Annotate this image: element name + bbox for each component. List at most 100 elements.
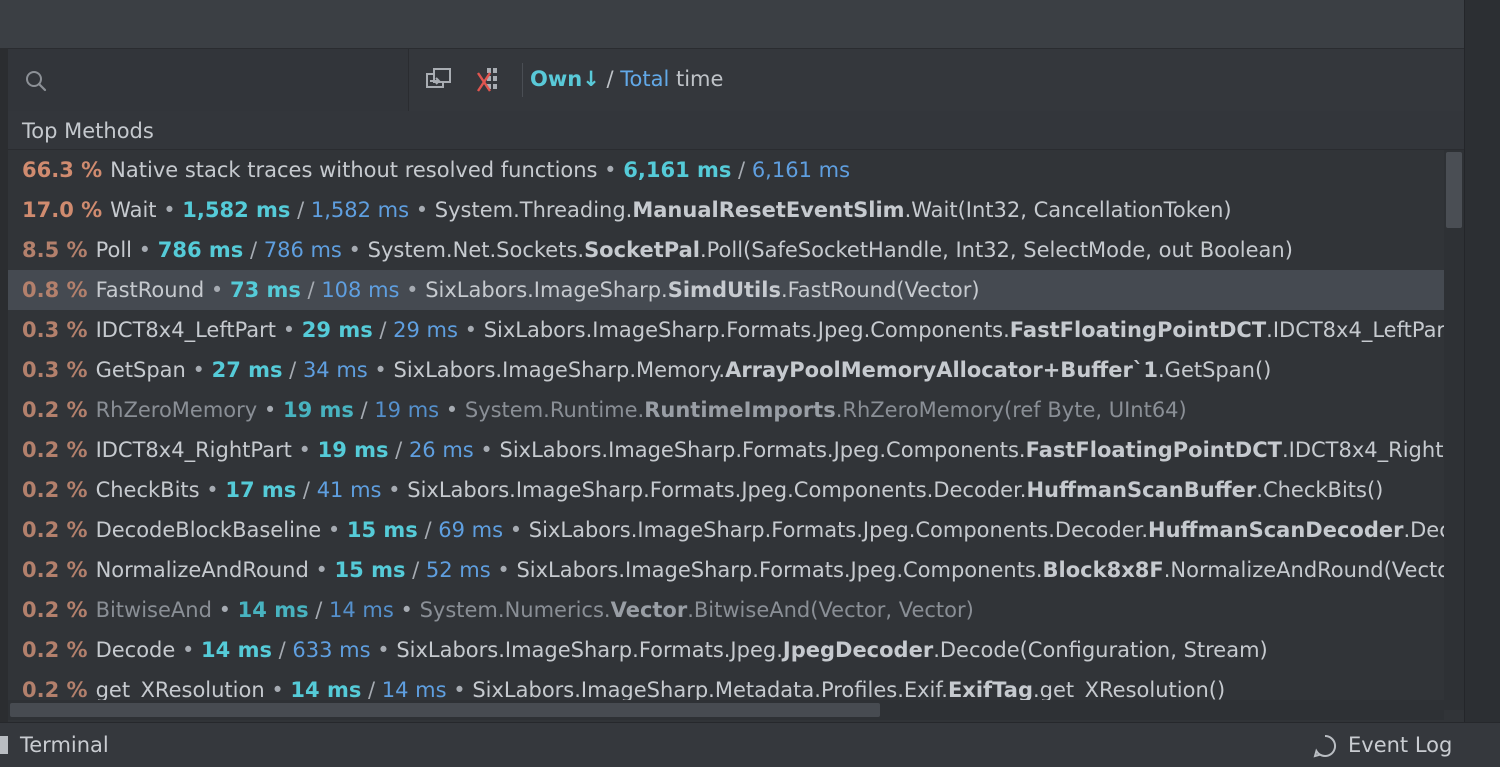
row-slash: / [361,678,382,702]
top-toolbar-area [0,0,1464,48]
own-time-label[interactable]: Own [530,67,582,91]
method-row[interactable]: 0.2 % BitwiseAnd • 14 ms / 14 ms • System… [8,590,1444,630]
row-slash: / [243,238,264,262]
row-namespace: SixLabors.ImageSharp. [425,278,668,302]
row-bullet: • [399,278,426,302]
row-method-name: Native stack traces without resolved fun… [110,158,598,182]
method-row[interactable]: 8.5 % Poll • 786 ms / 786 ms • System.Net… [8,230,1444,270]
vertical-scroll-thumb[interactable] [1446,152,1462,228]
row-total-time: 41 ms [316,478,382,502]
row-signature: .GetSpan() [1158,358,1272,382]
row-namespace: SixLabors.ImageSharp.Formats.Jpeg. [396,638,783,662]
row-class-name: SimdUtils [667,278,781,302]
row-percent: 66.3 % [22,158,103,182]
list-header: Top Methods [8,111,1464,150]
row-bullet: • [276,318,302,342]
row-bullet: • [473,438,500,462]
row-signature: .CheckBits() [1256,478,1384,502]
row-class-name: Block8x8F [1042,558,1164,582]
sort-down-indicator: ↓ [582,67,600,91]
time-mode-toggle[interactable]: Own↓ / Total time [530,67,723,91]
row-bullet: • [370,638,397,662]
row-percent: 0.2 % [22,598,88,622]
row-method-name: NormalizeAndRound [95,558,309,582]
search-box[interactable] [8,49,409,111]
row-method-name: Poll [95,238,132,262]
merge-call-stacks-icon[interactable] [424,65,454,95]
terminal-icon [0,736,8,754]
row-signature: .FastRound(Vector) [780,278,980,302]
row-signature: .Wait(Int32, CancellationToken) [904,198,1232,222]
row-slash: / [417,518,439,542]
row-percent: 0.2 % [22,678,88,702]
method-row[interactable]: 0.3 % IDCT8x4_LeftPart • 29 ms / 29 ms • … [8,310,1444,350]
row-slash: / [405,558,426,582]
row-own-time: 73 ms [229,278,301,302]
row-signature: .BitwiseAnd(Vector, Vector) [687,598,974,622]
row-slash: / [290,198,311,222]
search-icon [26,71,47,92]
method-row[interactable]: 0.3 % GetSpan • 27 ms / 34 ms • SixLabors… [8,350,1444,390]
row-percent: 0.3 % [22,318,88,342]
row-percent: 0.2 % [22,518,88,542]
row-namespace: System.Runtime. [464,398,645,422]
row-signature: .IDCT8x4_LeftPart(ref [1266,318,1444,342]
row-percent: 0.2 % [22,638,88,662]
row-bullet: • [321,518,347,542]
row-total-time: 19 ms [374,398,440,422]
row-method-name: BitwiseAnd [95,598,212,622]
method-row[interactable]: 0.2 % Decode • 14 ms / 633 ms • SixLabors… [8,630,1444,670]
row-total-time: 29 ms [393,318,458,342]
row-method-name: GetSpan [95,358,186,382]
row-method-name: Wait [110,198,157,222]
row-slash: / [308,598,330,622]
row-slash: / [300,278,322,302]
terminal-tab[interactable]: Terminal [20,733,109,757]
top-methods-panel: Own↓ / Total time Top Methods 66.3 % Nati… [8,48,1464,722]
row-own-time: 14 ms [201,638,272,662]
row-total-time: 34 ms [302,358,368,382]
time-separator: / [599,67,621,91]
row-own-time: 786 ms [157,238,244,262]
method-row[interactable]: 0.2 % DecodeBlockBaseline • 15 ms / 69 ms… [8,510,1444,550]
row-total-time: 14 ms [329,598,394,622]
row-total-time: 52 ms [425,558,491,582]
toolbar-separator [522,63,523,97]
horizontal-scroll-thumb[interactable] [10,703,880,717]
profiler-toolbar: Own↓ / Total time [8,48,1464,112]
row-namespace: SixLabors.ImageSharp.Formats.Jpeg.Compon… [483,318,1010,342]
method-row[interactable]: 0.8 % FastRound • 73 ms / 108 ms • SixLab… [8,270,1444,310]
event-log-tab[interactable]: Event Log [1348,733,1452,757]
row-class-name: ExifTag [947,678,1033,702]
total-time-label[interactable]: Total [620,67,669,91]
method-row[interactable]: 66.3 % Native stack traces without resolv… [8,150,1444,190]
row-total-time: 633 ms [292,638,371,662]
row-bullet: • [597,158,624,182]
row-slash: / [271,638,293,662]
row-class-name: HuffmanScanDecoder [1148,518,1404,542]
row-method-name: DecodeBlockBaseline [95,518,322,542]
row-class-name: FastFloatingPointDCT [1025,438,1282,462]
row-bullet: • [156,198,183,222]
row-method-name: CheckBits [95,478,200,502]
method-row[interactable]: 0.2 % IDCT8x4_RightPart • 19 ms / 26 ms •… [8,430,1444,470]
row-slash: / [282,358,303,382]
right-tool-window-strip [1464,0,1500,722]
row-method-name: RhZeroMemory [95,398,258,422]
method-row[interactable]: 17.0 % Wait • 1,582 ms / 1,582 ms • Syste… [8,190,1444,230]
row-percent: 0.2 % [22,398,88,422]
method-row[interactable]: 0.2 % NormalizeAndRound • 15 ms / 52 ms •… [8,550,1444,590]
row-bullet: • [381,478,408,502]
vertical-scrollbar[interactable] [1444,150,1464,710]
row-namespace: System.Net.Sockets. [367,238,585,262]
hide-system-code-icon[interactable] [474,65,504,95]
method-row[interactable]: 0.2 % CheckBits • 17 ms / 41 ms • SixLabo… [8,470,1444,510]
methods-list: 66.3 % Native stack traces without resolv… [8,150,1444,710]
row-bullet: • [185,358,212,382]
row-own-time: 6,161 ms [623,158,732,182]
row-namespace: SixLabors.ImageSharp.Formats.Jpeg.Compon… [528,518,1149,542]
method-row[interactable]: 0.2 % RhZeroMemory • 19 ms / 19 ms • Syst… [8,390,1444,430]
row-slash: / [731,158,752,182]
row-bullet: • [409,198,435,222]
row-signature: .get_XResolution() [1032,678,1226,702]
